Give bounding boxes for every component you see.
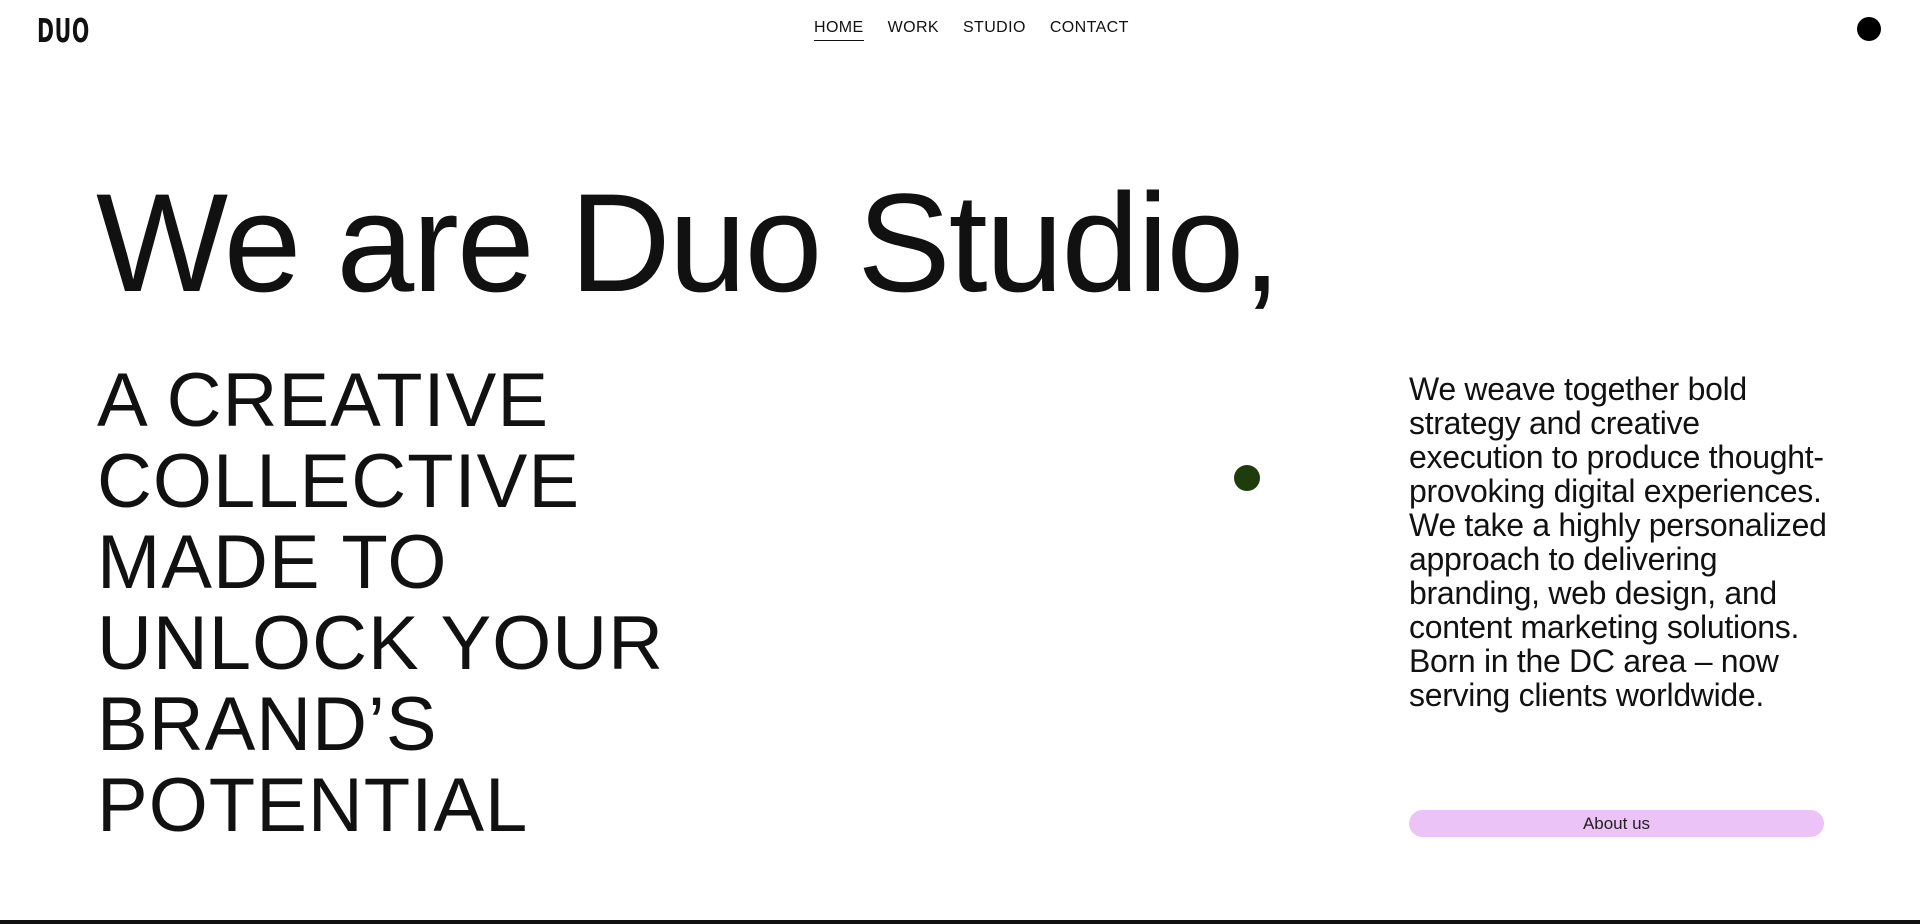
tagline-line: COLLECTIVE — [97, 439, 581, 524]
cursor-dot-icon — [1234, 465, 1260, 491]
tagline-line: A CREATIVE — [97, 358, 550, 443]
nav-home-link[interactable]: HOME — [814, 18, 864, 41]
nav-studio-link[interactable]: STUDIO — [963, 18, 1026, 41]
tagline-line: MADE TO — [97, 520, 448, 605]
about-us-button[interactable]: About us — [1409, 810, 1824, 837]
nav-contact-link[interactable]: CONTACT — [1050, 18, 1129, 41]
studio-description: We weave together bold strategy and crea… — [1409, 371, 1827, 713]
main-nav: HOME WORK STUDIO CONTACT — [814, 18, 1129, 41]
hero-title: We are Duo Studio, — [96, 164, 1281, 321]
page: DUO HOME WORK STUDIO CONTACT We are Duo … — [0, 0, 1920, 924]
nav-work-link[interactable]: WORK — [888, 18, 939, 41]
tagline-line: UNLOCK YOUR — [97, 601, 665, 686]
bottom-divider — [0, 920, 1920, 924]
tagline-line: POTENTIAL — [97, 763, 529, 848]
duo-logo[interactable]: DUO — [37, 11, 90, 50]
hero-tagline: A CREATIVE COLLECTIVE MADE TO UNLOCK YOU… — [97, 360, 717, 846]
menu-dot-icon[interactable] — [1857, 17, 1881, 41]
tagline-line: BRAND’S — [97, 682, 438, 767]
